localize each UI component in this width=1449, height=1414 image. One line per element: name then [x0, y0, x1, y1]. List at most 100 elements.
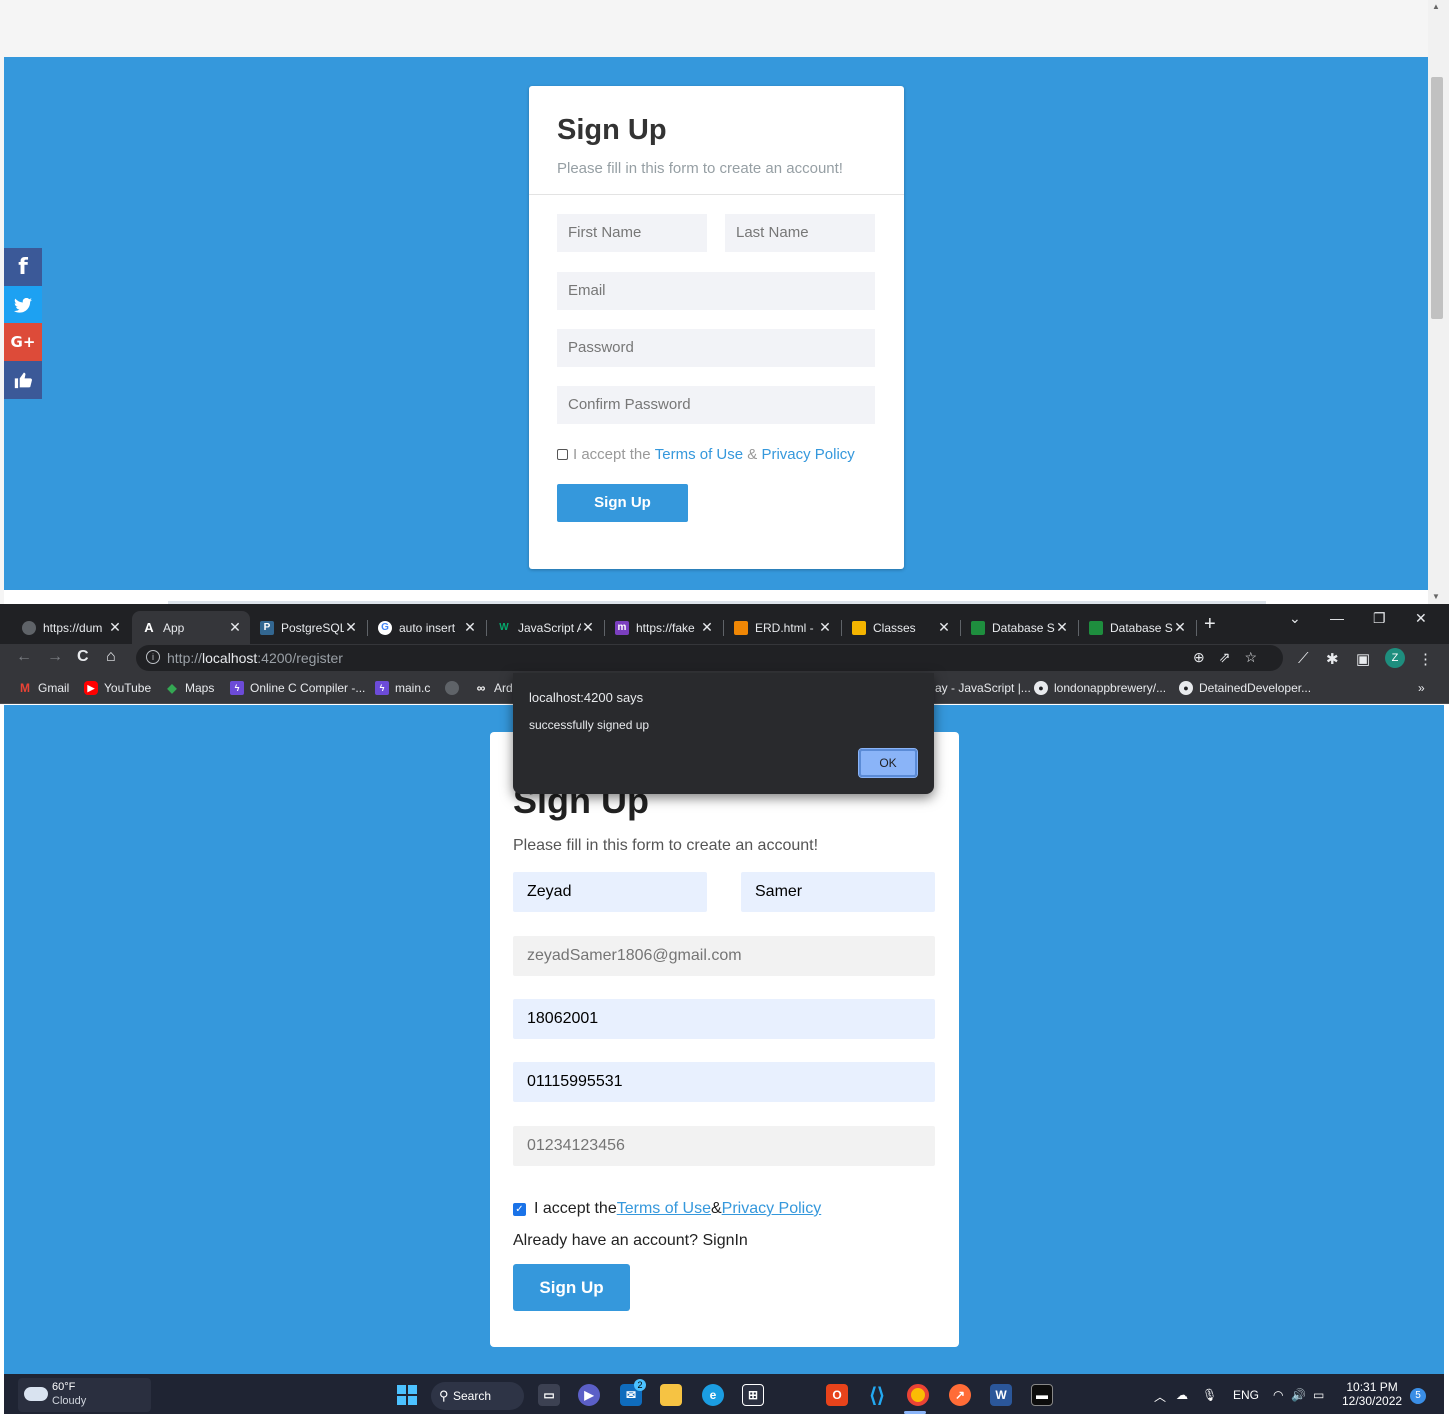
back-icon[interactable]: ← — [16, 648, 32, 666]
signup-button[interactable]: Sign Up — [513, 1264, 630, 1311]
close-icon[interactable]: ✕ — [700, 619, 714, 636]
share-icon[interactable]: ⇗ — [1219, 649, 1245, 665]
info-icon[interactable]: i — [146, 650, 160, 664]
close-icon[interactable]: ✕ — [937, 619, 951, 636]
url-text[interactable]: http://localhost:4200/register — [167, 650, 343, 666]
bookmark-maps[interactable]: ◆ Maps — [165, 681, 214, 695]
facebook-share-icon[interactable]: f — [4, 248, 42, 286]
tab-7[interactable]: ERD.html - ✕ — [724, 611, 840, 644]
forward-icon[interactable]: → — [47, 648, 63, 666]
chrome-icon[interactable] — [907, 1384, 929, 1406]
tab-10[interactable]: Database S ✕ — [1079, 611, 1195, 644]
tab-search-icon[interactable]: ⌄ — [1289, 610, 1301, 627]
notification-badge[interactable]: 5 — [1410, 1388, 1426, 1404]
word-icon[interactable]: W — [990, 1384, 1012, 1406]
address-bar[interactable]: i http://localhost:4200/register ⊕⇗☆ — [136, 645, 1283, 671]
menu-kebab-icon[interactable]: ⋮ — [1418, 650, 1433, 668]
signup-button-top[interactable]: Sign Up — [557, 484, 688, 522]
email-input[interactable]: zeyadSamer1806@gmail.com — [513, 936, 935, 976]
like-share-icon[interactable] — [4, 361, 42, 399]
bookmark-main-c[interactable]: ϟ main.c — [375, 681, 430, 695]
task-view-icon[interactable]: ▭ — [538, 1384, 560, 1406]
microphone-icon[interactable]: 🎙 — [1202, 1388, 1217, 1402]
minimize-icon[interactable]: — — [1330, 610, 1344, 626]
vertical-scrollbar[interactable]: ▲ ▼ — [1428, 0, 1449, 604]
bookmark-youtube[interactable]: ▶ YouTube — [84, 681, 151, 695]
confirm-password-input[interactable]: Confirm Password — [557, 386, 875, 424]
privacy-link[interactable]: Privacy Policy — [761, 446, 854, 463]
phone-input[interactable]: 01115995531 — [513, 1062, 935, 1102]
tray-chevron-icon[interactable]: ︿ — [1154, 1388, 1166, 1405]
wifi-icon[interactable]: ◠ — [1273, 1388, 1283, 1402]
tab-1[interactable]: https://dum ✕ — [12, 611, 130, 644]
extensions-puzzle-icon[interactable]: ✱ — [1326, 650, 1339, 668]
tab-app[interactable]: A App ✕ — [132, 611, 250, 644]
close-icon[interactable]: ✕ — [108, 619, 122, 636]
bookmark-online-c[interactable]: ϟ Online C Compiler -... — [230, 681, 365, 695]
window-close-icon[interactable]: ✕ — [1415, 610, 1427, 627]
close-icon[interactable]: ✕ — [228, 619, 242, 636]
teams-chat-icon[interactable]: ▶ — [578, 1384, 600, 1406]
close-icon[interactable]: ✕ — [818, 619, 832, 636]
terminal-icon[interactable]: ▬ — [1031, 1384, 1053, 1406]
terms-checkbox[interactable]: ✓ — [513, 1202, 526, 1216]
tab-5[interactable]: W JavaScript A ✕ — [487, 611, 603, 644]
scroll-down-icon[interactable]: ▼ — [1432, 592, 1440, 601]
terms-link[interactable]: Terms of Use — [655, 446, 743, 463]
zoom-icon[interactable]: ⊕ — [1193, 649, 1219, 665]
dialog-ok-button[interactable]: OK — [858, 748, 918, 778]
bookmark-javascript[interactable]: ay - JavaScript |... — [935, 681, 1031, 695]
close-icon[interactable]: ✕ — [1055, 619, 1069, 636]
phone-2-input[interactable]: 01234123456 — [513, 1126, 935, 1166]
bookmarks-overflow[interactable]: » — [1418, 681, 1425, 695]
close-icon[interactable]: ✕ — [463, 619, 477, 636]
restore-icon[interactable]: ❐ — [1373, 610, 1386, 627]
password-input[interactable]: 18062001 — [513, 999, 935, 1039]
profile-avatar[interactable]: Z — [1385, 648, 1405, 668]
scrollbar-thumb[interactable] — [1431, 77, 1443, 319]
tab-8[interactable]: Classes ✕ — [842, 611, 959, 644]
google-plus-share-icon[interactable]: G+ — [4, 323, 42, 361]
extension-icon[interactable]: ⟋ — [1298, 650, 1309, 667]
weather-widget[interactable]: 60°F Cloudy — [18, 1378, 151, 1412]
bookmark-ard[interactable]: ∞ Ard — [474, 681, 513, 695]
tab-6[interactable]: m https://fake ✕ — [605, 611, 722, 644]
close-icon[interactable]: ✕ — [1173, 619, 1187, 636]
close-icon[interactable]: ✕ — [344, 619, 358, 636]
battery-icon[interactable]: ▭ — [1313, 1388, 1324, 1402]
vscode-icon[interactable]: ⟨⟩ — [866, 1384, 888, 1407]
bookmark-star-icon[interactable]: ☆ — [1244, 649, 1271, 665]
scroll-up-icon[interactable]: ▲ — [1432, 2, 1440, 11]
privacy-link[interactable]: Privacy Policy — [722, 1200, 822, 1218]
home-icon[interactable]: ⌂ — [106, 648, 116, 666]
twitter-share-icon[interactable] — [4, 286, 42, 324]
edge-icon[interactable]: e — [702, 1384, 724, 1406]
last-name-input[interactable]: Last Name — [725, 214, 875, 252]
bookmark-globe[interactable] — [445, 681, 465, 695]
language-indicator[interactable]: ENG — [1233, 1388, 1259, 1402]
office-icon[interactable]: O — [826, 1384, 848, 1406]
onedrive-icon[interactable]: ☁ — [1176, 1388, 1188, 1402]
file-explorer-icon[interactable] — [660, 1384, 682, 1406]
store-icon[interactable]: ⊞ — [742, 1384, 764, 1406]
tab-3[interactable]: P PostgreSQL ✕ — [250, 611, 366, 644]
reload-icon[interactable]: C — [77, 648, 89, 666]
side-panel-icon[interactable]: ▣ — [1356, 650, 1370, 668]
close-icon[interactable]: ✕ — [581, 619, 595, 636]
windows-start-icon[interactable] — [396, 1384, 418, 1406]
terms-link[interactable]: Terms of Use — [617, 1200, 711, 1218]
terms-checkbox[interactable] — [557, 449, 568, 460]
last-name-input[interactable]: Samer — [741, 872, 935, 912]
new-tab-button[interactable]: + — [1204, 613, 1216, 636]
signin-prompt[interactable]: Already have an account? SignIn — [513, 1232, 748, 1250]
bookmark-gmail[interactable]: M Gmail — [18, 681, 69, 695]
system-clock[interactable]: 10:31 PM 12/30/2022 — [1342, 1380, 1402, 1408]
bookmark-detaineddeveloper[interactable]: ● DetainedDeveloper... — [1179, 681, 1311, 695]
email-input[interactable]: Email — [557, 272, 875, 310]
bookmark-londonappbrewery[interactable]: ● londonappbrewery/... — [1034, 681, 1166, 695]
postman-icon[interactable]: ↗ — [949, 1384, 971, 1406]
password-input[interactable]: Password — [557, 329, 875, 367]
first-name-input[interactable]: First Name — [557, 214, 707, 252]
tab-9[interactable]: Database S ✕ — [961, 611, 1077, 644]
tab-4[interactable]: G auto insert ✕ — [368, 611, 485, 644]
